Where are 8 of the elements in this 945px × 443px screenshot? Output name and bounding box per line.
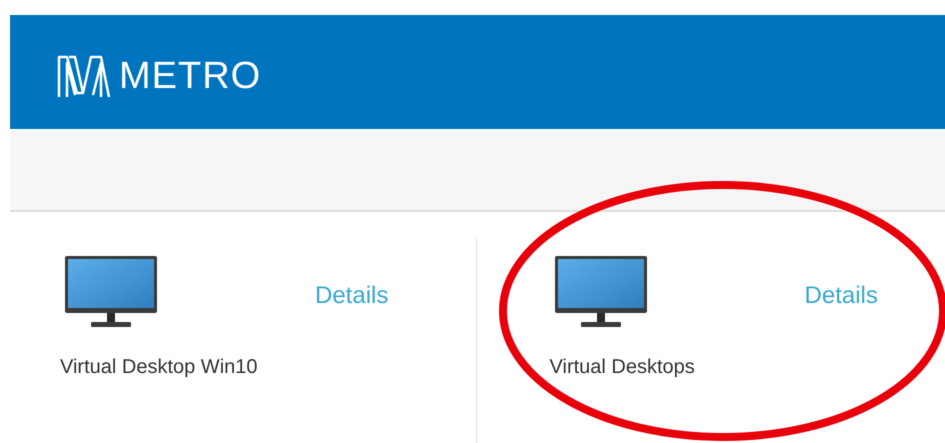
monitor-icon	[65, 256, 157, 328]
tile-title: Virtual Desktops	[550, 355, 696, 380]
tile-title: Virtual Desktop Win10	[60, 355, 258, 380]
details-link[interactable]: Details	[315, 278, 388, 314]
logo-text: METRO	[119, 57, 262, 95]
logo-icon	[55, 53, 113, 99]
monitor-icon	[554, 256, 647, 328]
details-link[interactable]: Details	[804, 278, 878, 314]
